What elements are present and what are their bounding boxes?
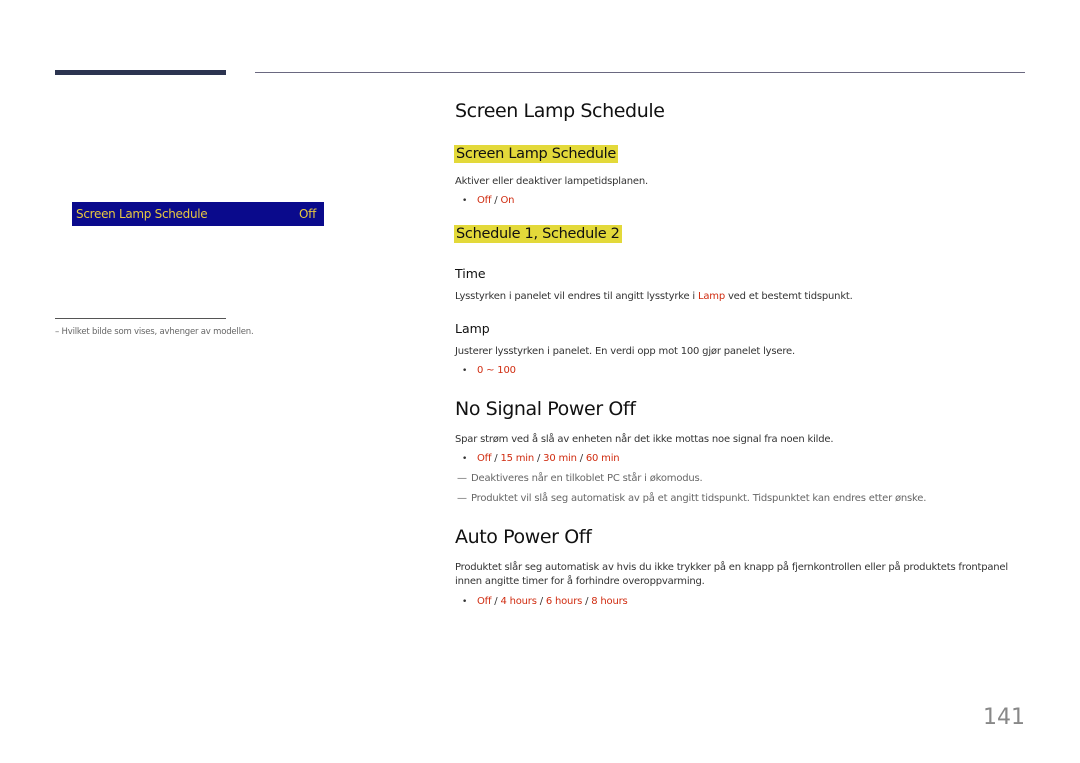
footnote: – Hvilket bilde som vises, avhenger av m… (55, 327, 254, 337)
no-signal-options: • Off / 15 min / 30 min / 60 min (455, 453, 620, 464)
auto-power-options: • Off / 4 hours / 6 hours / 8 hours (455, 596, 628, 607)
auto-power-description: Produktet slår seg automatisk av hvis du… (455, 562, 1008, 587)
bullet-icon: • (462, 454, 468, 464)
note-text: Deaktiveres når en tilkoblet PC står i ø… (471, 473, 703, 484)
bullet-icon: • (462, 597, 468, 607)
lamp-range: 0 ~ 100 (477, 365, 516, 376)
osd-menu-item-label: Screen Lamp Schedule (76, 207, 208, 221)
note-dash-icon: — (457, 493, 467, 504)
option-separator: / (576, 453, 586, 464)
option-60-min: 60 min (585, 453, 620, 464)
bullet-icon: • (462, 366, 468, 376)
note-text: Produktet vil slå seg automatisk av på e… (471, 493, 927, 504)
osd-menu-item-value: Off (299, 207, 316, 221)
option-off: Off (477, 195, 492, 206)
note-eco-mode: — Deaktiveres når en tilkoblet PC står i … (457, 473, 703, 484)
footnote-rule (55, 318, 226, 319)
lamp-range-options: • 0 ~ 100 (455, 365, 516, 376)
header-rule (255, 72, 1025, 73)
time-desc-text: Lysstyrken i panelet vil endres til angi… (455, 291, 698, 302)
lamp-description: Justerer lysstyrken i panelet. En verdi … (455, 346, 795, 357)
heading-lamp: Lamp (455, 321, 490, 336)
option-on: On (500, 195, 515, 206)
note-auto-off-time: — Produktet vil slå seg automatisk av på … (457, 493, 926, 504)
heading-auto-power-off: Auto Power Off (455, 526, 592, 548)
bullet-icon: • (462, 196, 468, 206)
option-off: Off (477, 596, 492, 607)
no-signal-description: Spar strøm ved å slå av enheten når det … (455, 434, 834, 445)
subheading-schedule-1-2: Schedule 1, Schedule 2 (454, 225, 622, 243)
lamp-reference: Lamp (697, 291, 725, 302)
option-separator: / (534, 453, 544, 464)
osd-menu-item-screen-lamp-schedule: Screen Lamp Schedule Off (72, 202, 324, 226)
option-4-hours: 4 hours (500, 596, 537, 607)
header-accent-bar (55, 70, 226, 75)
heading-no-signal-power-off: No Signal Power Off (455, 398, 636, 420)
option-15-min: 15 min (500, 453, 535, 464)
note-dash-icon: — (457, 473, 467, 484)
option-separator: / (536, 596, 546, 607)
option-separator: / (582, 596, 592, 607)
time-description: Lysstyrken i panelet vil endres til angi… (455, 290, 853, 304)
option-6-hours: 6 hours (545, 596, 583, 607)
heading-time: Time (455, 266, 486, 281)
lamp-schedule-options: • Off / On (455, 195, 514, 206)
page-number: 141 (983, 705, 1025, 730)
subheading-screen-lamp-schedule: Screen Lamp Schedule (454, 145, 618, 163)
time-desc-text-end: ved et bestemt tidspunkt. (724, 291, 853, 302)
heading-screen-lamp-schedule: Screen Lamp Schedule (455, 100, 665, 122)
option-off: Off (477, 453, 492, 464)
option-8-hours: 8 hours (591, 596, 628, 607)
lamp-schedule-description: Aktiver eller deaktiver lampetidsplanen. (455, 176, 648, 187)
option-30-min: 30 min (543, 453, 577, 464)
